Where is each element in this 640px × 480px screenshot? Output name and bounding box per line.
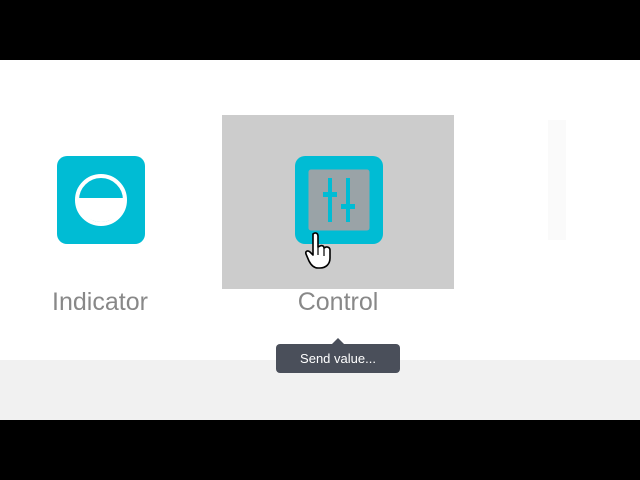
tooltip-text: Send value... — [300, 351, 376, 366]
tile-indicator-label: Indicator — [52, 288, 148, 316]
indicator-half-circle-icon — [57, 156, 145, 244]
tile-partial-offscreen — [548, 120, 566, 240]
sliders-control-icon — [295, 156, 383, 244]
control-tooltip: Send value... — [276, 338, 400, 373]
tile-control-label: Control — [297, 288, 379, 316]
hand-pointer-icon — [305, 232, 335, 275]
widget-picker-panel: Indicator Control Send value... — [0, 60, 640, 420]
